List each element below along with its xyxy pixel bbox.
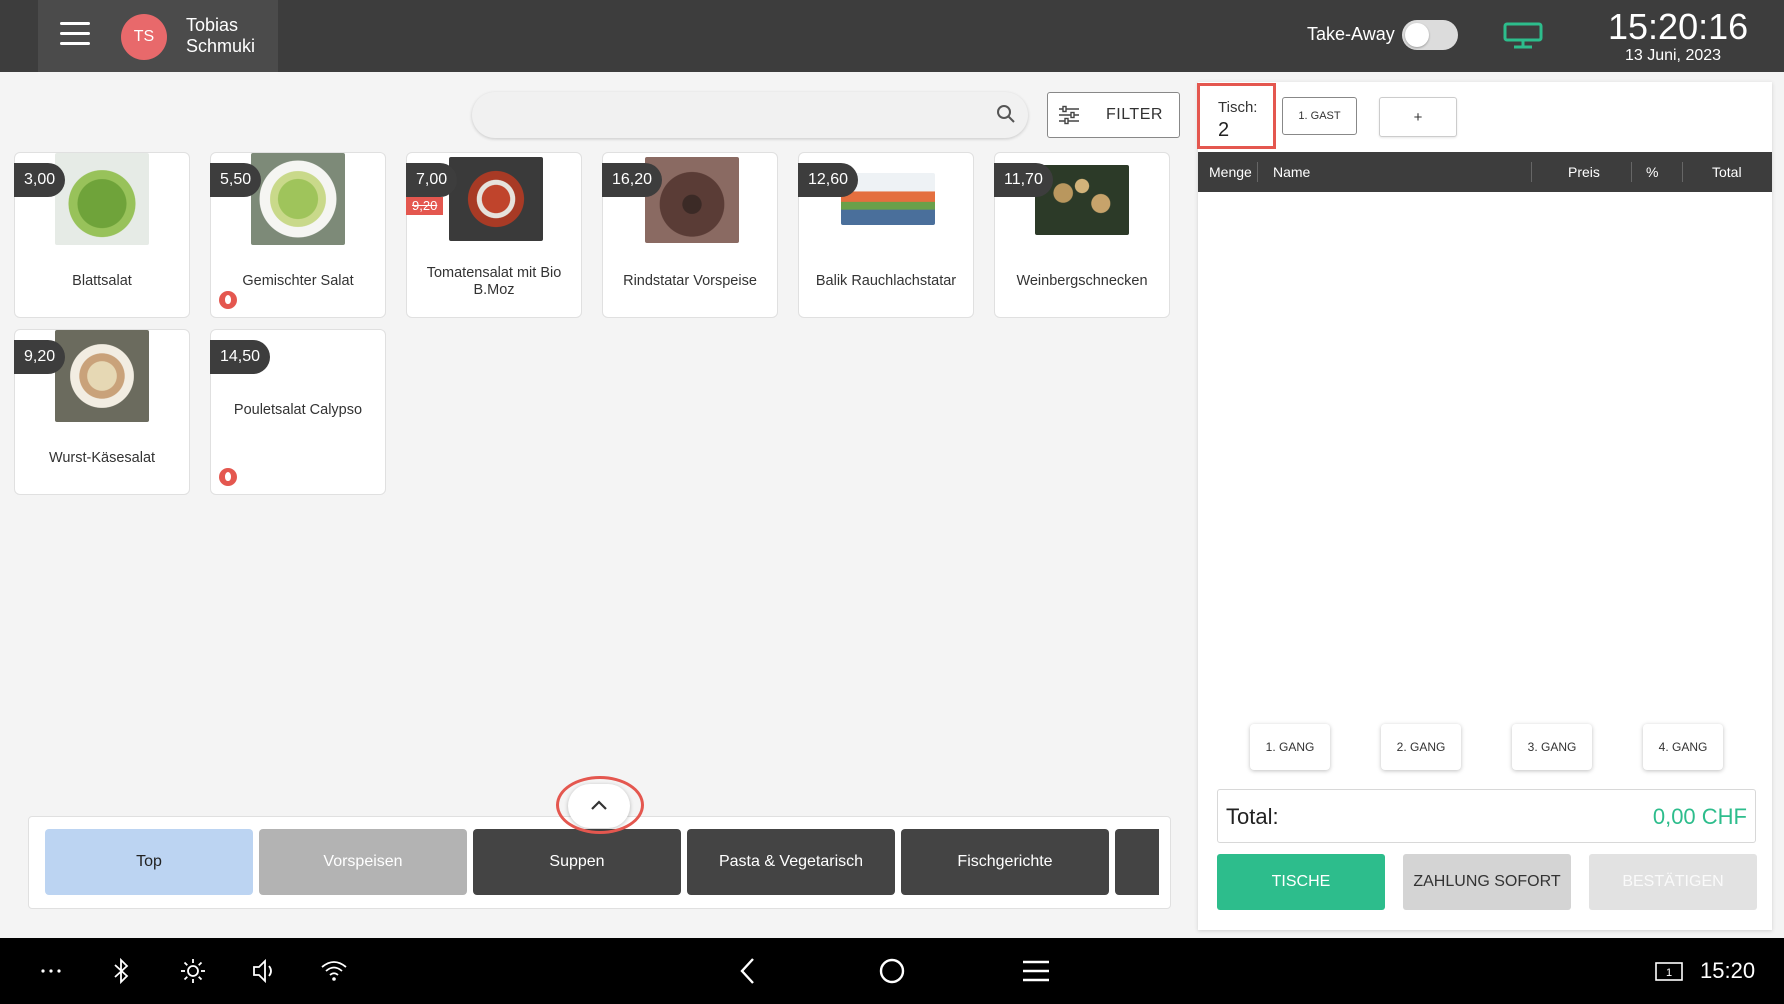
tische-button[interactable]: TISCHE <box>1217 854 1385 910</box>
home-icon[interactable] <box>877 956 907 986</box>
product-name: Wurst-Käsesalat <box>48 450 156 466</box>
product-tile-tomatensalat[interactable]: 7,00 9,20 Tomatensalat mit Bio B.Moz <box>406 152 582 318</box>
category-next[interactable] <box>1115 829 1159 895</box>
product-photo <box>449 157 543 241</box>
screen-icon[interactable]: 1 <box>1654 956 1684 986</box>
order-table-header: Menge Name Preis % Total <box>1198 152 1772 192</box>
course-1-button[interactable]: 1. GANG <box>1250 724 1330 770</box>
system-nav-bar: 1 15:20 <box>0 938 1784 1004</box>
product-old-price: 9,20 <box>406 197 444 215</box>
menu-icon[interactable] <box>1021 956 1051 986</box>
product-price: 11,70 <box>994 163 1053 197</box>
add-guest-button[interactable]: + <box>1379 97 1457 137</box>
col-percent: % <box>1646 164 1659 180</box>
table-selector[interactable]: Tisch: 2 <box>1197 83 1276 149</box>
product-name: Rindstatar Vorspeise <box>623 273 757 289</box>
clock-time: 15:20:16 <box>1608 6 1749 47</box>
product-price: 5,50 <box>210 163 262 197</box>
sliders-icon <box>1059 105 1079 125</box>
product-name: Pouletsalat Calypso <box>233 402 363 418</box>
zahlung-sofort-button[interactable]: ZAHLUNG SOFORT <box>1403 854 1571 910</box>
product-price: 9,20 <box>14 340 66 374</box>
flame-icon <box>219 468 237 486</box>
course-4-button[interactable]: 4. GANG <box>1643 724 1723 770</box>
category-suppen[interactable]: Suppen <box>473 829 681 895</box>
product-photo <box>55 153 149 245</box>
user-first-name: Tobias <box>186 15 239 35</box>
product-price: 14,50 <box>210 340 271 374</box>
toggle-knob <box>1405 23 1429 47</box>
bluetooth-icon[interactable] <box>106 956 136 986</box>
product-tile-weinbergschnecken[interactable]: 11,70 Weinbergschnecken <box>994 152 1170 318</box>
table-number: 2 <box>1218 119 1230 141</box>
guest-button[interactable]: 1. GAST <box>1282 97 1357 135</box>
screen-number: 1 <box>1666 967 1672 979</box>
product-photo <box>251 153 345 245</box>
wifi-icon[interactable] <box>319 956 349 986</box>
filter-button[interactable]: FILTER <box>1047 92 1180 138</box>
product-tile-rindstatar[interactable]: 16,20 Rindstatar Vorspeise <box>602 152 778 318</box>
takeaway-toggle[interactable] <box>1402 20 1458 50</box>
category-pasta-vegetarisch[interactable]: Pasta & Vegetarisch <box>687 829 895 895</box>
user-menu[interactable]: TS Tobias Schmuki <box>38 0 278 72</box>
flame-icon <box>219 291 237 309</box>
highlight-ring <box>556 776 644 834</box>
product-photo <box>55 330 149 422</box>
product-tile-gemischter-salat[interactable]: 5,50 Gemischter Salat <box>210 152 386 318</box>
column-divider <box>1631 162 1632 182</box>
search-icon[interactable] <box>996 104 1016 124</box>
monitor-icon[interactable] <box>1502 20 1544 52</box>
bestaetigen-button[interactable]: BESTÄTIGEN <box>1589 854 1757 910</box>
top-bar: TS Tobias Schmuki Take-Away 15:20:16 13 … <box>0 0 1784 72</box>
product-tile-blattsalat[interactable]: 3,00 Blattsalat <box>14 152 190 318</box>
search-input[interactable] <box>472 92 1028 138</box>
product-price: 7,00 <box>406 163 458 197</box>
product-tile-wurst-kaesesalat[interactable]: 9,20 Wurst-Käsesalat <box>14 329 190 495</box>
brightness-icon[interactable] <box>178 956 208 986</box>
order-total: Total: 0,00 CHF <box>1217 789 1756 843</box>
takeaway-label: Take-Away <box>1307 24 1395 44</box>
column-divider <box>1257 162 1258 182</box>
course-3-button[interactable]: 3. GANG <box>1512 724 1592 770</box>
user-last-name: Schmuki <box>186 36 256 56</box>
product-name: Weinbergschnecken <box>1016 273 1148 289</box>
col-name: Name <box>1273 164 1311 180</box>
product-price: 3,00 <box>14 163 66 197</box>
filter-label: FILTER <box>1106 106 1163 123</box>
clock-date: 13 Juni, 2023 <box>1624 47 1722 64</box>
volume-icon[interactable] <box>249 956 279 986</box>
product-name: Gemischter Salat <box>242 273 354 289</box>
category-top[interactable]: Top <box>45 829 253 895</box>
column-divider <box>1531 162 1532 182</box>
hamburger-menu-icon[interactable] <box>60 22 90 48</box>
product-price: 16,20 <box>602 163 663 197</box>
col-menge: Menge <box>1209 164 1252 180</box>
system-time: 15:20 <box>1700 958 1756 983</box>
col-preis: Preis <box>1568 164 1600 180</box>
product-price: 12,60 <box>798 163 859 197</box>
category-fischgerichte[interactable]: Fischgerichte <box>901 829 1109 895</box>
more-icon[interactable] <box>36 956 66 986</box>
back-icon[interactable] <box>733 956 763 986</box>
col-total: Total <box>1712 164 1742 180</box>
product-name: Blattsalat <box>72 273 132 289</box>
product-tile-pouletsalat[interactable]: 14,50 Pouletsalat Calypso <box>210 329 386 495</box>
avatar[interactable]: TS <box>121 14 167 60</box>
product-name: Tomatensalat mit Bio B.Moz <box>426 265 562 298</box>
category-vorspeisen[interactable]: Vorspeisen <box>259 829 467 895</box>
table-label: Tisch: <box>1218 99 1258 116</box>
user-name: Tobias Schmuki <box>186 15 255 57</box>
product-name: Balik Rauchlachstatar <box>815 273 957 289</box>
column-divider <box>1682 162 1683 182</box>
course-2-button[interactable]: 2. GANG <box>1381 724 1461 770</box>
product-tile-balik[interactable]: 12,60 Balik Rauchlachstatar <box>798 152 974 318</box>
total-value: 0,00 CHF <box>1652 804 1747 829</box>
total-label: Total: <box>1226 804 1279 829</box>
